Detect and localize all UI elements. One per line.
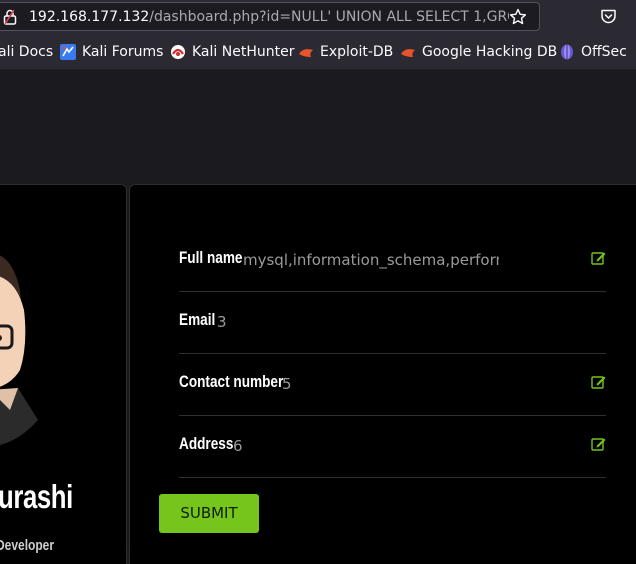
field-label: Email xyxy=(179,310,216,329)
bookmark-label: OffSec xyxy=(581,44,627,60)
field-value: 5 xyxy=(282,375,292,393)
edit-icon[interactable] xyxy=(591,250,606,265)
url-host: 192.168.177.132 xyxy=(29,9,150,25)
bookmark-offsec[interactable]: OffSec xyxy=(559,43,627,61)
bookmark-label: Google Hacking DB xyxy=(422,44,558,60)
bookmarks-toolbar: ali Docs Kali Forums Kali NetHunter Expl… xyxy=(0,34,636,70)
lock-icon[interactable] xyxy=(3,9,17,25)
field-contact-number: Contact number 5 xyxy=(179,354,606,416)
bookmark-label: Kali NetHunter xyxy=(192,44,295,60)
url-bar[interactable]: 192.168.177.132/dashboard.php?id=NULL' U… xyxy=(0,2,540,31)
field-label: Full name xyxy=(179,248,243,267)
avatar xyxy=(0,255,38,445)
google-hacking-db-icon xyxy=(401,49,415,57)
bookmark-kali-forums[interactable]: Kali Forums xyxy=(60,43,163,61)
kali-nethunter-icon xyxy=(171,45,185,59)
bookmark-kali-nethunter[interactable]: Kali NetHunter xyxy=(170,43,294,61)
field-email: Email 3 xyxy=(179,292,606,354)
exploit-db-icon xyxy=(299,49,313,57)
submit-button[interactable]: SUBMIT xyxy=(159,494,259,533)
offsec-icon xyxy=(561,44,573,60)
field-value: 3 xyxy=(217,313,227,331)
bookmark-exploit-db[interactable]: Exploit-DB xyxy=(298,43,393,61)
bookmark-label: ali Docs xyxy=(0,44,54,60)
edit-icon[interactable] xyxy=(591,374,606,389)
bookmark-label: Exploit-DB xyxy=(320,44,394,60)
bookmark-star-icon[interactable] xyxy=(509,8,527,26)
url-text[interactable]: 192.168.177.132/dashboard.php?id=NULL' U… xyxy=(29,8,509,26)
edit-icon[interactable] xyxy=(591,436,606,451)
field-address: Address 6 xyxy=(179,416,606,478)
field-label: Address xyxy=(179,434,234,453)
bookmark-google-hacking-db[interactable]: Google Hacking DB xyxy=(400,43,557,61)
bookmark-kali-docs[interactable]: ali Docs xyxy=(0,43,53,61)
browser-toolbar: 192.168.177.132/dashboard.php?id=NULL' U… xyxy=(0,0,636,34)
pocket-icon[interactable] xyxy=(600,8,617,25)
url-path: /dashboard.php?id=NULL' UNION ALL SELECT… xyxy=(149,9,509,25)
field-full-name: Full name mysql,information_schema,perfo… xyxy=(179,230,606,292)
field-value: mysql,information_schema,performance_sch… xyxy=(243,251,499,269)
profile-role: Developer xyxy=(0,537,55,554)
field-label: Contact number xyxy=(179,372,284,391)
bookmark-label: Kali Forums xyxy=(82,44,164,60)
kali-forums-icon xyxy=(60,44,76,60)
field-value: 6 xyxy=(233,437,243,455)
profile-name: urashi xyxy=(0,478,73,515)
